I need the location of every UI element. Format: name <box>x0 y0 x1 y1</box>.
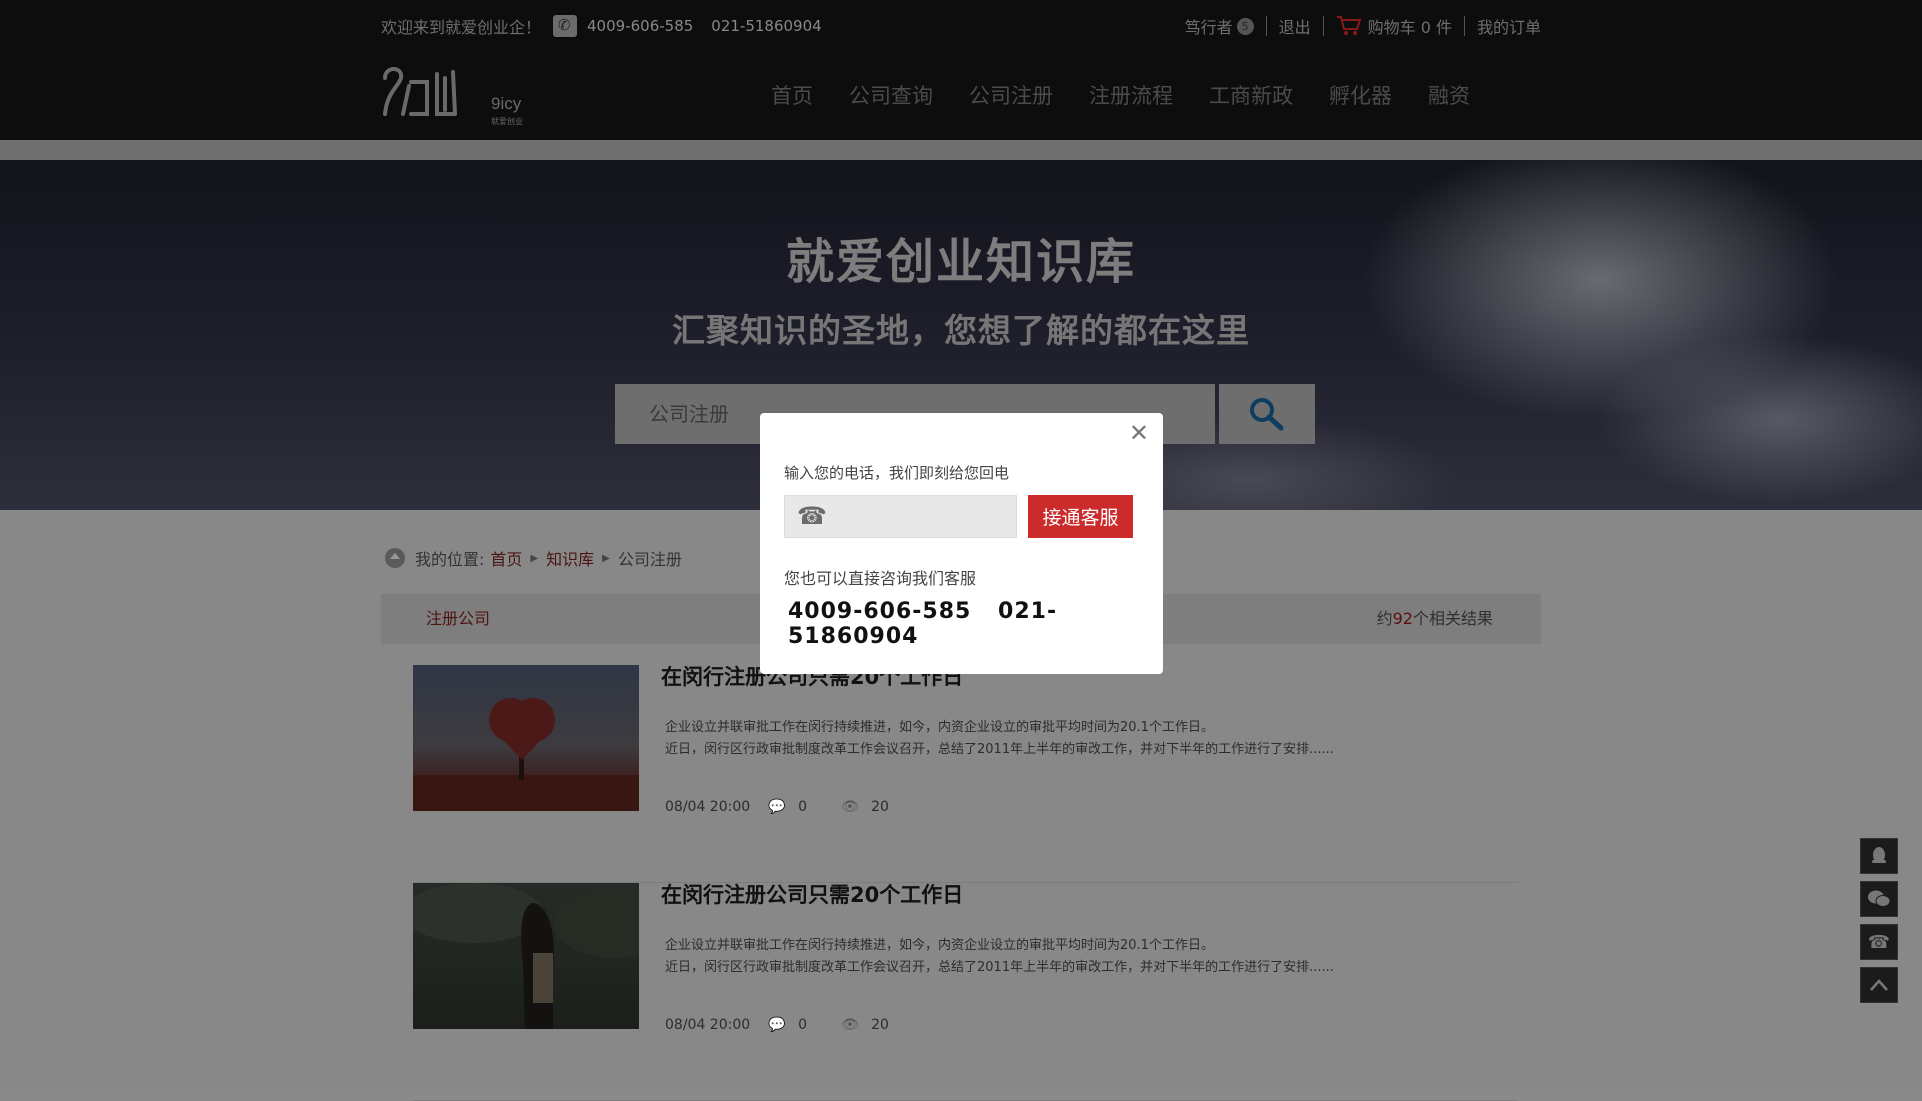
nav-home[interactable]: 首页 <box>771 80 813 110</box>
home-icon <box>385 548 405 568</box>
logo-mark: 9icy <box>491 94 522 113</box>
close-icon[interactable]: ✕ <box>1129 419 1149 447</box>
list-item[interactable]: 在闵行注册公司只需20个工作日 企业设立并联审批工作在闵行持续推进，如今，内资企… <box>403 883 1518 1101</box>
phone-icon <box>553 15 578 37</box>
my-orders-link[interactable]: 我的订单 <box>1477 14 1541 38</box>
header-phone-2: 021-51860904 <box>711 17 822 35</box>
header-divider-band <box>0 140 1922 160</box>
eye-icon: 👁 <box>841 1017 859 1033</box>
callback-modal: ✕ 输入您的电话，我们即刻给您回电 ☎ 接通客服 您也可以直接咨询我们客服 40… <box>760 413 1163 674</box>
callback-prompt: 输入您的电话，我们即刻给您回电 <box>784 464 1010 482</box>
user-name-link[interactable]: 笃行者 <box>1185 14 1233 38</box>
logout-link[interactable]: 退出 <box>1279 14 1311 38</box>
welcome-text: 欢迎来到就爱创业企！ <box>381 18 542 37</box>
phone-number-input[interactable]: ☎ <box>784 495 1017 538</box>
connect-service-button[interactable]: 接通客服 <box>1028 495 1133 538</box>
divider <box>1463 16 1465 36</box>
breadcrumb-arrow-icon: ▶ <box>602 552 610 564</box>
main-nav: 首页 公司查询 公司注册 注册流程 工商新政 孵化器 融资 <box>771 80 1506 110</box>
nav-financing[interactable]: 融资 <box>1428 80 1470 110</box>
wechat-icon[interactable] <box>1860 881 1898 917</box>
qq-icon[interactable] <box>1860 838 1898 874</box>
article-date: 08/04 20:00 <box>665 1017 751 1033</box>
article-thumbnail[interactable] <box>403 883 673 1029</box>
article-title[interactable]: 在闵行注册公司只需20个工作日 <box>661 879 963 909</box>
view-count: 20 <box>871 1017 889 1033</box>
side-float-toolbar: ☎ <box>1860 838 1898 1010</box>
article-meta: 08/04 20:00 💬 0 👁 20 <box>665 799 889 815</box>
header-user-links: 笃行者 5 退出 购物车 0 件 我的订单 <box>1185 14 1541 38</box>
nav-incubator[interactable]: 孵化器 <box>1329 80 1392 110</box>
search-icon <box>1250 398 1284 431</box>
divider <box>1322 16 1324 36</box>
nav-company-register[interactable]: 公司注册 <box>969 80 1053 110</box>
article-thumbnail[interactable] <box>413 665 639 811</box>
header-contact: 欢迎来到就爱创业企！ 4009-606-585 021-51860904 <box>381 14 840 38</box>
article-date: 08/04 20:00 <box>665 799 751 815</box>
breadcrumb-home[interactable]: 首页 <box>490 546 522 570</box>
hero-subtitle: 汇聚知识的圣地，您想了解的都在这里 <box>672 311 1250 350</box>
user-badge: 5 <box>1236 17 1254 35</box>
telephone-icon: ☎ <box>797 502 827 530</box>
divider <box>1265 16 1267 36</box>
comment-icon: 💬 <box>768 799 786 815</box>
breadcrumb-label: 我的位置: <box>415 550 485 569</box>
telephone-icon[interactable]: ☎ <box>1860 924 1898 960</box>
nav-company-query[interactable]: 公司查询 <box>849 80 933 110</box>
view-count: 20 <box>871 799 889 815</box>
article-meta: 08/04 20:00 💬 0 👁 20 <box>665 1017 889 1033</box>
eye-icon: 👁 <box>841 799 859 815</box>
comment-count: 0 <box>798 799 808 815</box>
cart-icon[interactable] <box>1336 15 1362 37</box>
cart-link[interactable]: 购物车 0 件 <box>1368 14 1452 38</box>
header-phone-1: 4009-606-585 <box>587 17 694 35</box>
list-item[interactable]: 在闵行注册公司只需20个工作日 企业设立并联审批工作在闵行持续推进，如今，内资企… <box>413 665 1518 883</box>
breadcrumb-knowledge[interactable]: 知识库 <box>546 546 594 570</box>
logo-sub: 就爱创业 <box>491 116 523 126</box>
breadcrumb-arrow-icon: ▶ <box>530 552 539 564</box>
search-button[interactable] <box>1219 384 1315 444</box>
alt-contact-text: 您也可以直接咨询我们客服 <box>784 569 977 588</box>
site-logo[interactable]: 9icy 就爱创业 <box>381 64 531 128</box>
result-count: 约92个相关结果 <box>1376 609 1493 628</box>
nav-register-process[interactable]: 注册流程 <box>1089 80 1173 110</box>
service-phone-1: 4009-606-585 <box>788 599 972 624</box>
nav-business-policy[interactable]: 工商新政 <box>1209 80 1293 110</box>
site-header: 欢迎来到就爱创业企！ 4009-606-585 021-51860904 笃行者… <box>0 0 1922 140</box>
comment-icon: 💬 <box>768 1017 786 1033</box>
breadcrumb-current: 公司注册 <box>617 550 682 569</box>
back-to-top-icon[interactable] <box>1860 967 1898 1003</box>
category-tab[interactable]: 注册公司 <box>426 594 490 644</box>
service-phones: 4009-606-585 021-51860904 <box>788 599 1163 649</box>
article-summary: 企业设立并联审批工作在闵行持续推进，如今，内资企业设立的审批平均时间为20.1个… <box>665 720 1334 757</box>
article-summary: 企业设立并联审批工作在闵行持续推进，如今，内资企业设立的审批平均时间为20.1个… <box>665 938 1334 975</box>
hero-title: 就爱创业知识库 <box>785 234 1136 290</box>
comment-count: 0 <box>798 1017 808 1033</box>
breadcrumb: 我的位置: 首页 ▶ 知识库 ▶ 公司注册 <box>385 546 682 570</box>
